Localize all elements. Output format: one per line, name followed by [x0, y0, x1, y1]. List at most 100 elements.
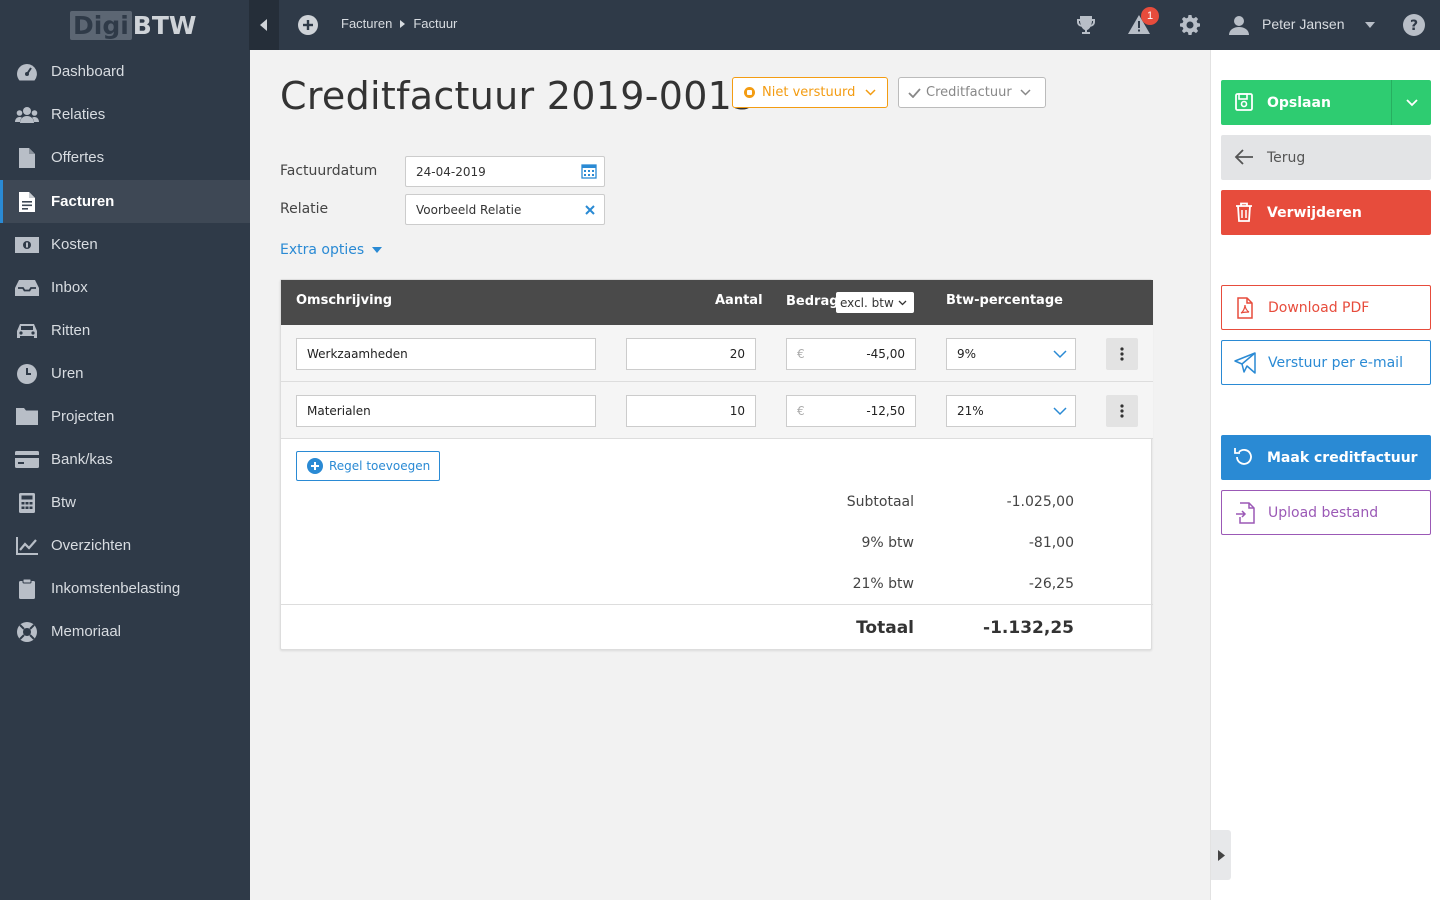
logo[interactable]: Digi BTW — [70, 9, 196, 41]
user-name[interactable]: Peter Jansen — [1262, 16, 1345, 32]
amount-mode-select[interactable]: excl. btw — [836, 292, 914, 313]
help-icon[interactable]: ? — [1403, 14, 1425, 36]
vat-value: 9% — [957, 347, 977, 361]
folder-icon — [15, 405, 39, 429]
breadcrumb-facturen[interactable]: Facturen — [341, 16, 392, 31]
date-label: Factuurdatum — [280, 163, 378, 179]
table-row: Werkzaamheden 20 € -45,00 9% — [281, 325, 1153, 382]
notification-badge: 1 — [1141, 7, 1159, 25]
collapse-sidebar-button[interactable] — [249, 0, 279, 50]
expand-panel-button[interactable] — [1211, 830, 1231, 880]
user-icon[interactable] — [1227, 13, 1251, 37]
chevron-down-icon — [1020, 89, 1031, 96]
add-circle-icon[interactable] — [298, 15, 318, 35]
relation-field[interactable]: Voorbeeld Relatie — [405, 194, 605, 225]
invoice-lines-table: Omschrijving Aantal Bedrag excl. btw Btw… — [280, 279, 1153, 650]
table-header: Omschrijving Aantal Bedrag excl. btw Btw… — [281, 280, 1153, 325]
subtotal-label: Subtotaal — [846, 494, 914, 510]
money-icon — [15, 233, 39, 257]
logo-digi: Digi — [70, 10, 132, 40]
quantity-input[interactable]: 10 — [626, 395, 756, 427]
upload-file-label: Upload bestand — [1268, 504, 1379, 521]
credit-card-icon — [15, 448, 39, 472]
make-credit-invoice-label: Maak creditfactuur — [1267, 449, 1418, 466]
vat-select[interactable]: 9% — [946, 338, 1076, 370]
clipboard-icon — [15, 577, 39, 601]
save-icon — [1235, 93, 1253, 111]
amount-input[interactable]: € -45,00 — [786, 338, 916, 370]
sidebar-item-inkomstenbelasting[interactable]: Inkomstenbelasting — [0, 567, 250, 610]
send-email-button[interactable]: Verstuur per e-mail — [1221, 340, 1431, 385]
sidebar-item-memoriaal[interactable]: Memoriaal — [0, 610, 250, 653]
sidebar-item-relaties[interactable]: Relaties — [0, 93, 250, 136]
caret-down-icon — [372, 247, 383, 253]
undo-icon — [1234, 448, 1252, 465]
gear-icon[interactable] — [1178, 13, 1202, 37]
vat9-label: 9% btw — [861, 535, 915, 551]
check-icon — [908, 87, 921, 98]
sidebar-item-projecten[interactable]: Projecten — [0, 395, 250, 438]
status-dropdown[interactable]: Niet verstuurd — [732, 77, 888, 108]
breadcrumb: Facturen Factuur — [341, 16, 457, 31]
arrow-left-icon — [1234, 149, 1253, 165]
sidebar-item-bank-kas[interactable]: Bank/kas — [0, 438, 250, 481]
sidebar-item-inbox[interactable]: Inbox — [0, 266, 250, 309]
column-header-description: Omschrijving — [296, 293, 393, 308]
delete-label: Verwijderen — [1267, 204, 1362, 221]
sidebar-item-label: Offertes — [51, 149, 105, 166]
date-field[interactable]: 24-04-2019 — [405, 156, 605, 187]
chevron-down-icon — [865, 89, 876, 96]
back-button[interactable]: Terug — [1221, 135, 1431, 180]
save-button[interactable]: Opslaan — [1221, 80, 1431, 125]
add-line-label: Regel toevoegen — [329, 459, 431, 473]
file-import-icon — [1236, 502, 1255, 524]
upload-file-button[interactable]: Upload bestand — [1221, 490, 1431, 535]
status-label: Niet verstuurd — [762, 85, 856, 100]
total-divider — [281, 604, 1153, 605]
sidebar-item-overzichten[interactable]: Overzichten — [0, 524, 250, 567]
caret-right-icon — [1217, 849, 1225, 861]
save-options-button[interactable] — [1391, 80, 1431, 125]
sidebar-item-kosten[interactable]: Kosten — [0, 223, 250, 266]
description-input[interactable]: Materialen — [296, 395, 596, 427]
download-pdf-button[interactable]: Download PDF — [1221, 285, 1431, 330]
close-icon[interactable] — [584, 204, 596, 216]
trophy-icon[interactable] — [1074, 13, 1098, 37]
amount-mode-value: excl. btw — [840, 295, 894, 310]
sidebar-item-facturen[interactable]: Facturen — [0, 180, 250, 223]
make-credit-invoice-button[interactable]: Maak creditfactuur — [1221, 435, 1431, 480]
chevron-down-icon — [898, 300, 907, 305]
row-menu-button[interactable] — [1106, 395, 1138, 427]
quantity-value: 20 — [729, 347, 745, 361]
description-value: Werkzaamheden — [307, 347, 408, 361]
column-header-quantity: Aantal — [715, 293, 763, 308]
delete-button[interactable]: Verwijderen — [1221, 190, 1431, 235]
sidebar-item-label: Ritten — [51, 322, 91, 339]
sidebar: Dashboard Relaties Offertes Facturen Kos… — [0, 50, 250, 900]
invoice-type-dropdown[interactable]: Creditfactuur — [898, 77, 1046, 108]
sidebar-item-label: Projecten — [51, 408, 115, 425]
sidebar-item-btw[interactable]: Btw — [0, 481, 250, 524]
table-row: Materialen 10 € -12,50 21% — [281, 382, 1153, 439]
sidebar-item-ritten[interactable]: Ritten — [0, 309, 250, 352]
vat-select[interactable]: 21% — [946, 395, 1076, 427]
extra-options-toggle[interactable]: Extra opties — [280, 242, 383, 258]
amount-input[interactable]: € -12,50 — [786, 395, 916, 427]
calendar-icon[interactable] — [581, 163, 597, 179]
add-line-button[interactable]: Regel toevoegen — [296, 451, 440, 481]
sidebar-item-uren[interactable]: Uren — [0, 352, 250, 395]
euro-icon: € — [797, 347, 805, 361]
more-vertical-icon — [1120, 347, 1124, 361]
caret-down-icon[interactable] — [1365, 22, 1375, 28]
relation-label: Relatie — [280, 201, 329, 217]
quantity-input[interactable]: 20 — [626, 338, 756, 370]
amount-value: -45,00 — [866, 347, 905, 361]
inbox-icon — [15, 276, 39, 300]
chevron-down-icon — [1405, 98, 1418, 106]
description-input[interactable]: Werkzaamheden — [296, 338, 596, 370]
row-menu-button[interactable] — [1106, 338, 1138, 370]
sidebar-item-offertes[interactable]: Offertes — [0, 136, 250, 179]
invoice-icon — [15, 190, 39, 214]
extra-options-label: Extra opties — [280, 242, 365, 258]
sidebar-item-dashboard[interactable]: Dashboard — [0, 50, 250, 93]
